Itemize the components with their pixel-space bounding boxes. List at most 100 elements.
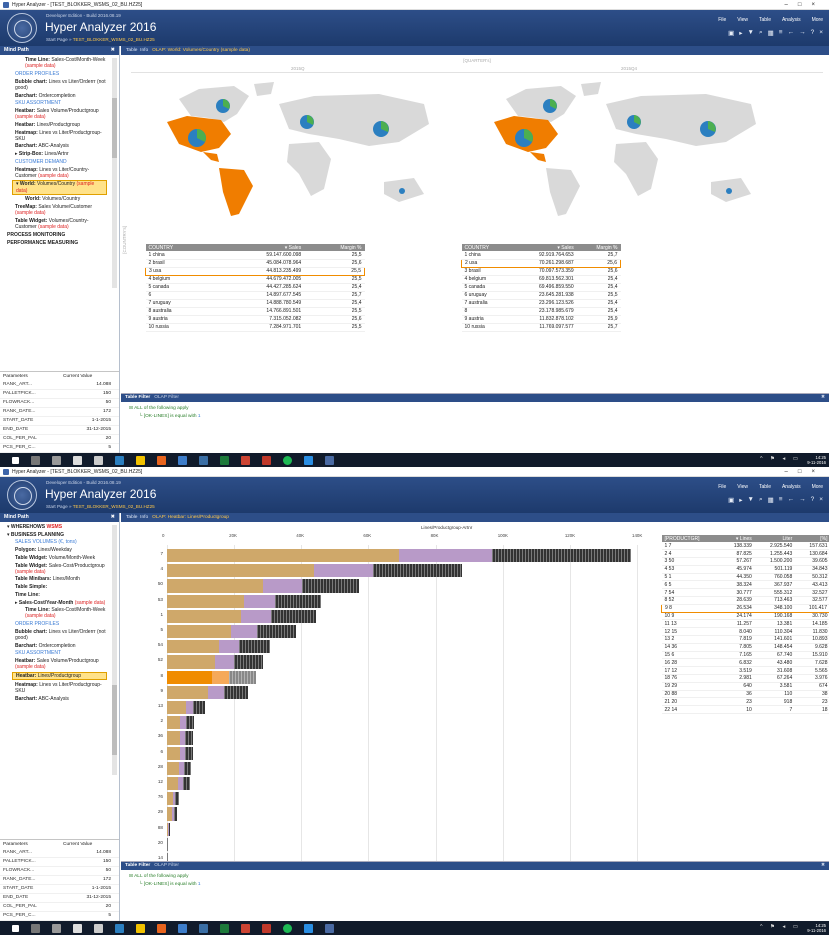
tree-scrollbar[interactable]	[112, 525, 117, 775]
param-row[interactable]: RANK_DATE... 172	[0, 408, 119, 417]
param-value[interactable]: 150	[55, 390, 111, 398]
bar-segment[interactable]	[167, 685, 208, 699]
bar-segment[interactable]	[218, 640, 240, 654]
table-row[interactable]: 18 76 2.981 67.264 3.976	[661, 674, 829, 683]
bar-segment[interactable]	[263, 579, 302, 593]
table-row[interactable]: 22 14 10 7 18	[661, 705, 829, 715]
col-country[interactable]: COUNTRY	[461, 244, 511, 251]
param-row[interactable]: PALLETPICK... 150	[0, 858, 119, 867]
powerpoint-icon[interactable]	[262, 455, 271, 465]
bar-segment[interactable]	[399, 549, 493, 563]
search-icon[interactable]: ⌕	[759, 29, 763, 37]
edge-icon[interactable]	[115, 923, 124, 933]
grid-icon[interactable]: ▦	[768, 496, 774, 504]
param-row[interactable]: END_DATE 31-12-2015	[0, 894, 119, 903]
menu-analysis[interactable]: Analysis	[782, 484, 801, 490]
play-icon[interactable]: ▸	[739, 496, 742, 504]
close-icon[interactable]: ×	[819, 29, 823, 37]
tree-item[interactable]: Bubble chart: Lines vs Liter/Orderrr (no…	[3, 629, 107, 641]
breadcrumb[interactable]: Start Page » TEST_BLOKKER_WSMS_02_BU.HZ2…	[46, 37, 155, 42]
param-row[interactable]: PCS_PER_C... 5	[0, 444, 119, 453]
param-value[interactable]: 1-1-2015	[55, 885, 111, 893]
bar-segment[interactable]	[244, 594, 276, 608]
filter-icon[interactable]: ▼	[748, 496, 754, 504]
tree-item[interactable]: Heatbar: Sales Volume/Productgroup (samp…	[3, 658, 107, 670]
tree-item[interactable]: CUSTOMER DEMAND	[3, 159, 107, 165]
tree-item[interactable]: PROCESS MONITORING	[3, 232, 107, 238]
menu-view[interactable]: View	[737, 17, 748, 23]
start-icon[interactable]	[12, 924, 19, 932]
tree-item[interactable]: ▸ Strip-Box: Lines/Artnr	[3, 151, 107, 157]
tree-item[interactable]: Bubble chart: Lines vs Liter/Orderrr (no…	[3, 79, 107, 91]
menu-file[interactable]: File	[718, 484, 726, 490]
folder-icon[interactable]: ▣	[728, 29, 734, 37]
calc-icon[interactable]	[94, 923, 103, 933]
table-row[interactable]: 6 5 38.324 367.937 43.413	[661, 580, 829, 590]
table-row[interactable]: 5 canada 69.496.859.550 25,4	[461, 283, 621, 292]
close-icon[interactable]: ✖	[111, 513, 115, 522]
search-icon[interactable]	[31, 455, 40, 465]
menu-file[interactable]: File	[718, 17, 726, 23]
table-row[interactable]: 4 belgium 44.679.472.005 25,5	[145, 275, 365, 284]
start-icon[interactable]	[12, 456, 19, 464]
table-row[interactable]: 9 austria 11.832.878.102 25,9	[461, 315, 621, 324]
tab-olap[interactable]: OLAP: Heatbar: Lines/Productgroup	[152, 515, 229, 520]
param-value[interactable]: 14.088	[55, 381, 111, 389]
table-row[interactable]: 8 australia 14.766.891.501 25,5	[145, 307, 365, 316]
menu-analysis[interactable]: Analysis	[782, 17, 801, 23]
tree-item[interactable]: World: Volumes/Country	[3, 196, 107, 202]
bar-segment[interactable]	[167, 640, 219, 654]
table-row[interactable]: 7 54 30.777 555.312 32.527	[661, 588, 829, 598]
param-value[interactable]: 31-12-2015	[55, 426, 111, 434]
bar-segment[interactable]	[229, 670, 257, 684]
table-row[interactable]: 3 usa 44.813.235.499 25,5	[144, 266, 366, 276]
tree-item[interactable]: SALES VOLUMES (€, tons)	[3, 539, 107, 545]
param-value[interactable]: 20	[55, 435, 111, 443]
param-row[interactable]: RANK_ART... 14.088	[0, 381, 119, 390]
tree-item[interactable]: Heatbar: Lines/Productgroup	[12, 672, 107, 681]
param-row[interactable]: FLOWRACK... 50	[0, 399, 119, 408]
bar-segment[interactable]	[241, 609, 272, 623]
excel-icon[interactable]	[220, 923, 229, 933]
acrobat-icon[interactable]	[241, 455, 250, 465]
bar-segment[interactable]	[167, 564, 315, 578]
table-row[interactable]: 2 brasil 45.084.078.964 25,6	[145, 259, 365, 268]
bar-segment[interactable]	[167, 609, 242, 623]
tree-item[interactable]: TreeMap: Sales Volume/Customer (sample d…	[3, 204, 107, 216]
tree-item[interactable]: Barchart: Ordercompletion	[3, 643, 107, 649]
table-row[interactable]: 8 52 28.639 713.463 32.577	[661, 596, 829, 605]
table-row[interactable]: 19 29 640 3.581 674	[661, 682, 829, 691]
param-row[interactable]: PCS_PER_C... 5	[0, 912, 119, 921]
chevron-up-icon[interactable]	[325, 923, 334, 933]
tree-item[interactable]: Table Minibars: Lines/Month	[3, 576, 107, 582]
bar-segment[interactable]	[275, 594, 322, 608]
col-sales[interactable]: ▾ Sales	[213, 244, 305, 251]
param-value[interactable]: 172	[55, 876, 111, 884]
bar-segment[interactable]	[167, 701, 186, 715]
store-icon[interactable]	[73, 923, 82, 933]
table-row[interactable]: 6 uruguay 23.645.281.938 25,5	[461, 291, 621, 300]
grid-icon[interactable]: ▦	[768, 29, 774, 37]
window-controls[interactable]: –□×	[785, 467, 825, 477]
param-row[interactable]: COL_PER_PAL 20	[0, 435, 119, 444]
menu-view[interactable]: View	[737, 484, 748, 490]
search-icon[interactable]: ⌕	[759, 496, 763, 504]
tree-item[interactable]: Table Widget: Volumes/Country-Customer (…	[3, 218, 107, 230]
tree-item[interactable]: ▾ BUSINESS PLANNING	[3, 532, 107, 538]
menu-more[interactable]: More	[812, 484, 823, 490]
bar-segment[interactable]	[234, 655, 264, 669]
col-percent[interactable]: [%]	[795, 535, 829, 542]
table-row[interactable]: 2 usa 70.261.298.687 25,6	[460, 258, 621, 268]
tree-item[interactable]: Barchart: Ordercompletion	[3, 93, 107, 99]
table-row[interactable]: 6 14.897.677.545 25,7	[145, 291, 365, 300]
col-margin[interactable]: Margin %	[304, 244, 365, 251]
bar-segment[interactable]	[167, 731, 181, 745]
back-icon[interactable]: ←	[788, 29, 795, 37]
task-view-icon[interactable]	[52, 923, 61, 933]
bar-segment[interactable]	[175, 792, 179, 806]
menu-table[interactable]: Table	[759, 17, 771, 23]
tab-info[interactable]: Info	[140, 48, 148, 53]
table-row[interactable]: 10 9 24.174 190.168 30.730	[661, 612, 829, 621]
tree-item[interactable]: Barchart: ABC-Analysis	[3, 143, 107, 149]
forward-icon[interactable]: →	[799, 29, 806, 37]
